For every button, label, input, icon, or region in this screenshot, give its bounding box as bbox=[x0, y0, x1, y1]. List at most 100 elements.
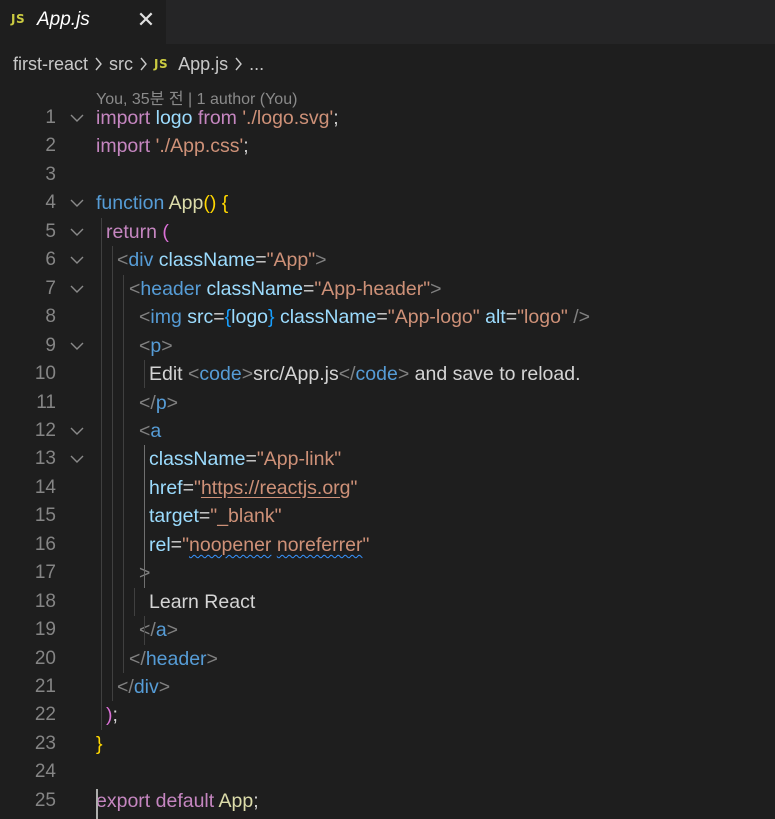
code-token: </ bbox=[139, 391, 156, 414]
code-line[interactable]: 17> bbox=[0, 559, 775, 587]
tab-title: App.js bbox=[37, 9, 90, 30]
line-number: 18 bbox=[34, 590, 56, 612]
tab-app-js[interactable]: JS App.js ✕ bbox=[0, 0, 166, 44]
code-text: rel="noopener noreferrer" bbox=[149, 531, 369, 559]
line-number: 2 bbox=[45, 135, 56, 157]
code-token: p bbox=[150, 334, 162, 357]
indent-guide bbox=[101, 217, 102, 730]
code-token: Learn React bbox=[149, 590, 256, 613]
code-text: <a bbox=[139, 417, 161, 445]
breadcrumb-item-first-react[interactable]: first-react bbox=[13, 54, 88, 75]
code-text: ); bbox=[106, 701, 118, 729]
code-token: src bbox=[187, 306, 214, 329]
code-token: className bbox=[279, 306, 377, 329]
fold-chevron-icon[interactable] bbox=[70, 340, 84, 352]
code-line[interactable]: 9 <p> bbox=[0, 332, 775, 360]
code-line[interactable]: 2 import './App.css'; bbox=[0, 132, 775, 160]
code-line[interactable]: 15 target="_blank" bbox=[0, 502, 775, 530]
code-token: > bbox=[166, 391, 179, 414]
code-token: = bbox=[170, 533, 183, 556]
code-token: code bbox=[199, 363, 242, 386]
code-token: export bbox=[96, 789, 151, 812]
code-token: from bbox=[197, 107, 237, 129]
code-line[interactable]: 6 <div className="App"> bbox=[0, 246, 775, 274]
fold-chevron-icon[interactable] bbox=[70, 226, 84, 238]
code-text: </p> bbox=[139, 389, 178, 417]
code-token: > bbox=[241, 363, 254, 386]
line-number: 14 bbox=[34, 476, 56, 498]
code-token: ; bbox=[112, 704, 118, 727]
fold-chevron-icon[interactable] bbox=[70, 197, 84, 209]
code-text: import logo from './logo.svg'; bbox=[96, 104, 339, 132]
line-number: 15 bbox=[34, 505, 56, 527]
code-line[interactable]: 24 bbox=[0, 758, 775, 786]
code-line[interactable]: 21 </div> bbox=[0, 673, 775, 701]
fold-chevron-icon[interactable] bbox=[70, 425, 84, 437]
indent-guide bbox=[144, 360, 145, 389]
breadcrumb-item-app-js[interactable]: App.js bbox=[178, 54, 228, 75]
code-line[interactable]: 10 Edit <code>src/App.js</code> and save … bbox=[0, 360, 775, 388]
code-token: < bbox=[117, 249, 129, 272]
code-token: a bbox=[155, 619, 167, 642]
code-token: > bbox=[158, 676, 171, 698]
fold-chevron-icon[interactable] bbox=[70, 254, 84, 266]
code-token: </ bbox=[129, 647, 146, 670]
breadcrumb-item-more[interactable]: ... bbox=[249, 54, 264, 75]
code-token: ; bbox=[253, 789, 259, 812]
indent-guide bbox=[144, 445, 145, 588]
code-line[interactable]: 13 className="App-link" bbox=[0, 445, 775, 473]
code-line[interactable]: 11 </p> bbox=[0, 389, 775, 417]
code-line[interactable]: 19 </a> bbox=[0, 616, 775, 644]
code-token: logo bbox=[155, 107, 193, 129]
code-token: "logo" bbox=[517, 306, 568, 329]
fold-chevron-icon[interactable] bbox=[70, 453, 84, 465]
code-text: <p> bbox=[139, 332, 173, 360]
code-line[interactable]: 18 Learn React bbox=[0, 588, 775, 616]
code-line[interactable]: 12 <a bbox=[0, 417, 775, 445]
code-line[interactable]: 7 <header className="App-header"> bbox=[0, 275, 775, 303]
code-text: </div> bbox=[117, 673, 170, 701]
line-number: 1 bbox=[45, 107, 56, 128]
code-token: App bbox=[168, 192, 204, 215]
code-line[interactable]: 25 export default App; bbox=[0, 787, 775, 815]
code-line[interactable]: 1 import logo from './logo.svg'; bbox=[0, 104, 775, 132]
code-token: < bbox=[139, 334, 151, 357]
code-line[interactable]: 3 bbox=[0, 161, 775, 189]
code-line[interactable]: 4 function App() { bbox=[0, 189, 775, 217]
code-token: className bbox=[149, 448, 246, 471]
code-token: './App.css' bbox=[155, 135, 244, 158]
code-line[interactable]: 14 href="https://reactjs.org" bbox=[0, 474, 775, 502]
code-line[interactable]: 16 rel="noopener noreferrer" bbox=[0, 531, 775, 559]
code-text: Edit <code>src/App.js</code> and save to… bbox=[149, 360, 581, 388]
code-token: "App" bbox=[266, 249, 316, 272]
code-token: < bbox=[139, 306, 151, 329]
close-icon[interactable]: ✕ bbox=[134, 6, 158, 34]
tab-bar: JS App.js ✕ bbox=[0, 0, 775, 44]
code-line[interactable]: 20 </header> bbox=[0, 645, 775, 673]
code-token: " bbox=[350, 476, 358, 499]
code-token: './logo.svg' bbox=[242, 107, 334, 129]
code-token: > bbox=[315, 249, 327, 272]
code-line[interactable]: 22); bbox=[0, 701, 775, 729]
code-token: href bbox=[149, 476, 183, 499]
code-line[interactable]: 8 <img src={logo} className="App-logo" al… bbox=[0, 303, 775, 331]
code-token: Edit bbox=[149, 363, 189, 386]
indent-guide bbox=[123, 274, 124, 673]
code-token: p bbox=[155, 391, 167, 414]
fold-chevron-icon[interactable] bbox=[70, 112, 84, 124]
line-number: 22 bbox=[34, 704, 56, 726]
breadcrumb-item-src[interactable]: src bbox=[109, 54, 133, 75]
line-number: 6 bbox=[45, 249, 56, 271]
line-number: 9 bbox=[45, 334, 56, 356]
code-token: ; bbox=[243, 135, 249, 158]
code-text: target="_blank" bbox=[149, 502, 282, 530]
code-line[interactable]: 5 return ( bbox=[0, 218, 775, 246]
line-number: 12 bbox=[34, 419, 56, 441]
fold-chevron-icon[interactable] bbox=[70, 283, 84, 295]
line-number: 25 bbox=[34, 789, 56, 811]
line-number: 3 bbox=[45, 163, 56, 185]
code-line[interactable]: 23} bbox=[0, 730, 775, 758]
code-text: className="App-link" bbox=[149, 445, 341, 473]
line-number: 17 bbox=[34, 562, 56, 584]
code-token: logo bbox=[231, 306, 269, 329]
